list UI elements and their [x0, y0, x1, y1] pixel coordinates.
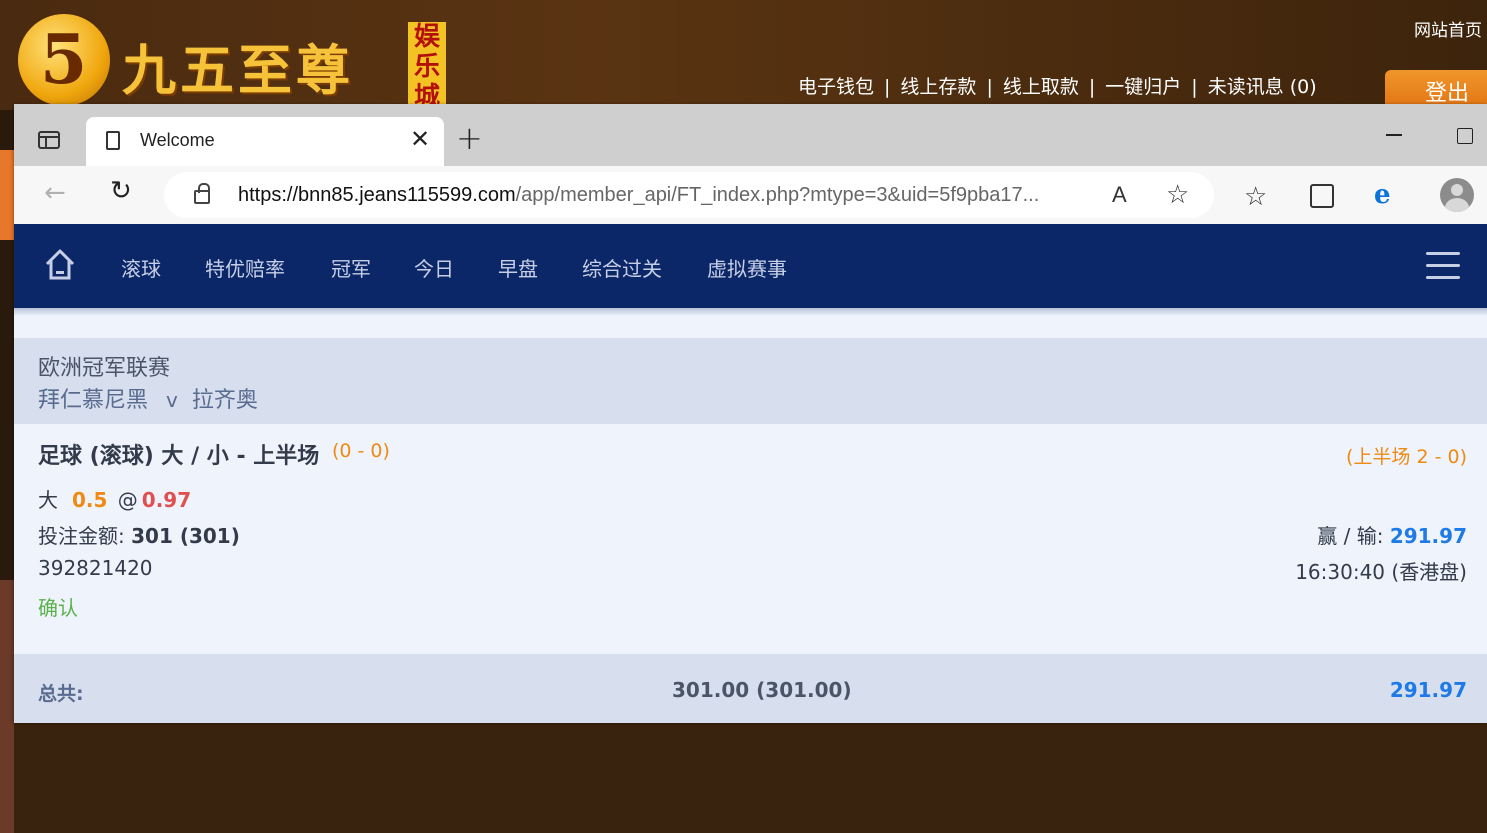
url-text[interactable]: https://bnn85.jeans115599.com/app/member… — [238, 184, 1039, 207]
home-icon[interactable] — [44, 248, 76, 282]
browser-toolbar: ← ↻ https://bnn85.jeans115599.com/app/me… — [14, 166, 1487, 225]
bet-time: 16:30:40 (香港盘) — [1295, 560, 1467, 584]
total-stake: 301.00 (301.00) — [672, 678, 852, 702]
league-header: 欧洲冠军联赛 拜仁慕尼黑 v 拉齐奥 — [14, 338, 1487, 424]
site-nav-merge-accounts[interactable]: 一键归户 — [1105, 72, 1181, 99]
tab-bar: Welcome ✕ + — [14, 104, 1487, 167]
favorites-icon[interactable]: ☆ — [1244, 182, 1267, 212]
site-nav-deposit[interactable]: 线上存款 — [900, 72, 976, 99]
nav-item-live[interactable]: 滚球 — [121, 253, 161, 282]
tab-title: Welcome — [140, 130, 215, 150]
browser-tab[interactable]: Welcome ✕ — [86, 117, 444, 167]
collections-icon[interactable] — [1310, 184, 1334, 208]
back-arrow-icon[interactable]: ← — [44, 178, 66, 208]
home-team: 拜仁慕尼黑 — [38, 388, 149, 413]
ticket-id: 392821420 — [38, 556, 153, 580]
maximize-icon[interactable] — [1457, 128, 1473, 144]
site-background-strip — [0, 110, 14, 833]
status-badge: 确认 — [38, 596, 78, 620]
site-nav-wallet[interactable]: 电子钱包 — [798, 72, 874, 99]
site-home-link[interactable]: 网站首页 — [1414, 16, 1482, 41]
nav-item-early[interactable]: 早盘 — [498, 253, 538, 282]
totals-row: 总共: 301.00 (301.00) 291.97 — [14, 654, 1487, 723]
profile-avatar-icon[interactable] — [1440, 178, 1474, 212]
new-tab-icon[interactable]: + — [456, 122, 483, 154]
away-team: 拉齐奥 — [191, 388, 258, 413]
site-header: 5 九五至尊 娱乐城 网站首页 电子钱包 | 线上存款 | 线上取款 | 一键归户 | 未读讯息… — [0, 0, 1487, 115]
nav-item-outright[interactable]: 冠军 — [331, 253, 371, 282]
win-loss: 赢 / 输: 291.97 — [1317, 524, 1467, 548]
nav-item-special-odds[interactable]: 特优赔率 — [205, 253, 285, 282]
address-bar[interactable]: https://bnn85.jeans115599.com/app/member… — [164, 172, 1214, 218]
site-nav-withdraw[interactable]: 线上取款 — [1003, 72, 1079, 99]
bet-selection: 大 0.5 @0.97 — [38, 488, 192, 512]
league-name: 欧洲冠军联赛 — [38, 356, 171, 381]
site-logo-icon: 5 — [18, 14, 110, 106]
nav-item-virtual[interactable]: 虚拟赛事 — [707, 253, 787, 282]
read-aloud-icon[interactable]: A — [1112, 182, 1127, 208]
menu-icon[interactable] — [1426, 252, 1460, 280]
add-favorite-icon[interactable]: ☆ — [1166, 180, 1189, 210]
site-logo-text: 九五至尊 — [122, 38, 354, 102]
nav-item-parlay[interactable]: 综合过关 — [582, 253, 662, 282]
total-win: 291.97 — [1389, 678, 1467, 702]
web-page: 滚球 特优赔率 冠军 今日 早盘 综合过关 虚拟赛事 欧洲冠军联赛 拜仁慕尼黑 v… — [14, 224, 1487, 723]
stake-amount: 投注金额: 301 (301) — [38, 524, 240, 548]
ie-mode-icon[interactable]: e — [1374, 180, 1391, 210]
bet-score: (0 - 0) — [332, 440, 390, 462]
nav-item-today[interactable]: 今日 — [414, 253, 454, 282]
sports-nav: 滚球 特优赔率 冠军 今日 早盘 综合过关 虚拟赛事 — [14, 224, 1487, 308]
bet-title: 足球 (滚球) 大 / 小 - 上半场 — [38, 444, 320, 469]
site-logo-badge: 娱乐城 — [408, 22, 446, 112]
lock-icon[interactable] — [194, 183, 210, 204]
total-label: 总共: — [38, 683, 84, 705]
page-icon — [106, 131, 120, 150]
browser-window: Welcome ✕ + ← ↻ https://bnn85.jeans11559… — [14, 104, 1487, 723]
minimize-icon[interactable] — [1386, 134, 1402, 136]
half-time-score: (上半场 2 - 0) — [1346, 446, 1467, 468]
match-teams: 拜仁慕尼黑 v 拉齐奥 — [38, 388, 258, 413]
bet-slip: 足球 (滚球) 大 / 小 - 上半场 (0 - 0) (上半场 2 - 0) … — [14, 424, 1487, 654]
reload-icon[interactable]: ↻ — [110, 176, 132, 206]
close-tab-icon[interactable]: ✕ — [410, 125, 430, 153]
site-nav-unread-messages[interactable]: 未读讯息 (0) — [1208, 72, 1317, 99]
tab-actions-icon[interactable] — [38, 131, 60, 149]
site-account-nav: 电子钱包 | 线上存款 | 线上取款 | 一键归户 | 未读讯息 (0) — [798, 72, 1317, 99]
